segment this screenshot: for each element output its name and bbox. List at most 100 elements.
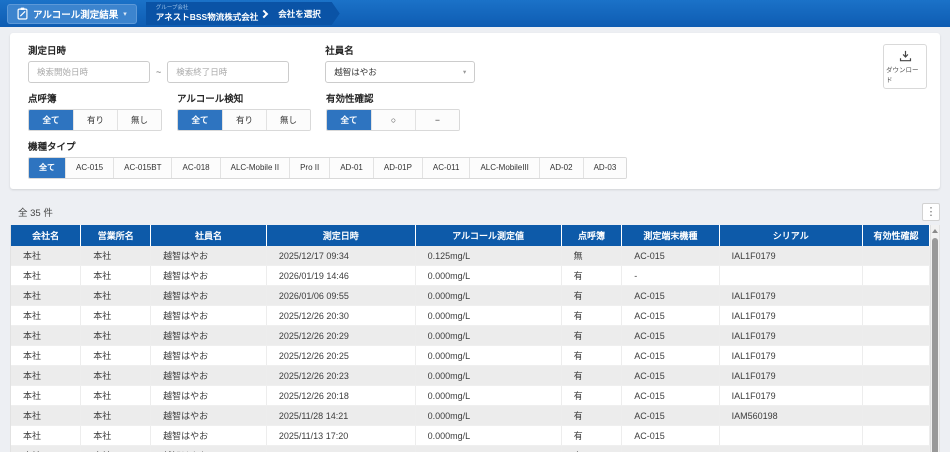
alcohol-detect-option[interactable]: 無し [266, 110, 310, 130]
table-cell [719, 426, 862, 446]
table-cell: 0.000mg/L [415, 286, 561, 306]
table-cell: 0.000mg/L [415, 386, 561, 406]
model-type-option[interactable]: AC-018 [171, 158, 219, 178]
table-cell: IAL1F0179 [719, 366, 862, 386]
validity-segmented-control: 全て○− [326, 109, 460, 131]
table-cell: 本社 [11, 386, 81, 406]
table-cell: 本社 [11, 326, 81, 346]
table-header-row: 会社名営業所名社員名測定日時アルコール測定値点呼簿測定端末機種シリアル有効性確認 [11, 225, 930, 246]
model-type-option[interactable]: Pro II [289, 158, 329, 178]
table-row[interactable]: 本社本社越智はやお2026/01/06 09:550.000mg/L有AC-01… [11, 286, 930, 306]
validity-option[interactable]: ○ [371, 110, 415, 130]
table-cell: 本社 [81, 246, 151, 266]
validity-option[interactable]: − [415, 110, 459, 130]
table-row[interactable]: 本社本社越智はやお2026/01/19 14:460.000mg/L有- [11, 266, 930, 286]
model-type-option[interactable]: AD-02 [539, 158, 583, 178]
validity-field: 有効性確認 全て○− [326, 91, 460, 131]
table-cell [862, 366, 929, 386]
table-cell: 本社 [11, 246, 81, 266]
table-row[interactable]: 本社本社越智はやお2025/11/28 14:210.000mg/L有AC-01… [11, 406, 930, 426]
table-cell: 本社 [81, 386, 151, 406]
breadcrumb-select-company[interactable]: 会社を選択 [264, 2, 340, 25]
table-menu-button[interactable]: ⋮ [922, 203, 940, 221]
column-header: シリアル [719, 225, 862, 246]
table-cell [862, 286, 929, 306]
breadcrumb: グループ会社 アネストBSS物流株式会社 会社を選択 [146, 2, 340, 25]
model-type-option[interactable]: ALC-Mobile II [220, 158, 289, 178]
vertical-scrollbar[interactable] [930, 225, 939, 452]
model-type-option[interactable]: 全て [29, 158, 65, 178]
table-row[interactable]: 本社本社越智はやお2025/12/26 20:250.000mg/L有AC-01… [11, 346, 930, 366]
page-title: アルコール測定結果 [33, 7, 118, 21]
table-cell: 本社 [11, 426, 81, 446]
column-header: 点呼簿 [561, 225, 622, 246]
page-title-menu-button[interactable]: アルコール測定結果 ▾ [7, 4, 137, 24]
table-cell: 有 [561, 286, 622, 306]
table-row[interactable]: 本社本社越智はやお2025/12/17 09:340.125mg/L無AC-01… [11, 246, 930, 266]
table-cell: 0.000mg/L [415, 326, 561, 346]
table-cell: 0.000mg/L [415, 346, 561, 366]
model-type-option[interactable]: AD-01P [373, 158, 422, 178]
search-end-datetime-input[interactable] [167, 61, 289, 83]
table-row[interactable]: 本社本社越智はやお2025/12/26 20:290.000mg/L有AC-01… [11, 326, 930, 346]
chevron-down-icon: ▾ [463, 68, 466, 76]
table-cell: 越智はやお [151, 446, 267, 452]
rollcall-option[interactable]: 有り [73, 110, 117, 130]
download-button[interactable]: ダウンロード [883, 44, 927, 89]
download-icon [899, 50, 912, 62]
employee-select-value: 越智はやお [334, 66, 377, 78]
table-cell: 2025/12/26 20:23 [266, 366, 415, 386]
table-cell: AC-015 [622, 286, 719, 306]
model-type-option[interactable]: AC-015 [65, 158, 113, 178]
table-cell: 本社 [81, 366, 151, 386]
table-cell: 有 [561, 326, 622, 346]
table-cell: 無 [561, 246, 622, 266]
validity-option[interactable]: 全て [327, 110, 371, 130]
table-cell: AC-015 [622, 446, 719, 452]
alcohol-detect-option[interactable]: 全て [178, 110, 222, 130]
model-type-option[interactable]: AC-011 [422, 158, 470, 178]
table-cell: 2025/11/28 14:21 [266, 406, 415, 426]
table-cell: 2025/11/13 17:20 [266, 426, 415, 446]
model-type-option[interactable]: AD-01 [329, 158, 373, 178]
column-header: 測定日時 [266, 225, 415, 246]
scroll-up-icon[interactable] [932, 229, 938, 233]
table-cell: 2025/12/26 20:29 [266, 326, 415, 346]
model-type-option[interactable]: ALC-MobileIII [469, 158, 538, 178]
table-row[interactable]: 本社本社越智はやお2025/11/13 17:200.000mg/L有AC-01… [11, 446, 930, 452]
table-cell: 2025/12/26 20:18 [266, 386, 415, 406]
search-start-datetime-input[interactable] [28, 61, 150, 83]
column-header: 会社名 [11, 225, 81, 246]
rollcall-option[interactable]: 全て [29, 110, 73, 130]
table-cell: 本社 [81, 346, 151, 366]
table-cell: 本社 [11, 446, 81, 452]
table-cell: 有 [561, 346, 622, 366]
breadcrumb-group-company[interactable]: グループ会社 アネストBSS物流株式会社 [146, 2, 275, 25]
table-cell [862, 246, 929, 266]
table-cell: AC-015 [622, 246, 719, 266]
table-cell: 有 [561, 386, 622, 406]
employee-select[interactable]: 越智はやお ▾ [325, 61, 475, 83]
table-row[interactable]: 本社本社越智はやお2025/11/13 17:200.000mg/L有AC-01… [11, 426, 930, 446]
alcohol-detect-option[interactable]: 有り [222, 110, 266, 130]
table-cell: AC-015 [622, 386, 719, 406]
table-row[interactable]: 本社本社越智はやお2025/12/26 20:230.000mg/L有AC-01… [11, 366, 930, 386]
table-cell: 2025/12/17 09:34 [266, 246, 415, 266]
rollcall-option[interactable]: 無し [117, 110, 161, 130]
model-type-option[interactable]: AC-015BT [113, 158, 171, 178]
model-type-option[interactable]: AD-03 [583, 158, 627, 178]
table-row[interactable]: 本社本社越智はやお2025/12/26 20:180.000mg/L有AC-01… [11, 386, 930, 406]
table-cell: 本社 [11, 366, 81, 386]
table-row[interactable]: 本社本社越智はやお2025/12/26 20:300.000mg/L有AC-01… [11, 306, 930, 326]
group-company-name: アネストBSS物流株式会社 [156, 12, 258, 22]
table-cell [862, 266, 929, 286]
scrollbar-thumb[interactable] [932, 238, 938, 452]
top-bar: アルコール測定結果 ▾ グループ会社 アネストBSS物流株式会社 会社を選択 [0, 0, 950, 27]
table-cell: AC-015 [622, 366, 719, 386]
tilde-separator: ~ [156, 67, 161, 77]
table-cell: 0.125mg/L [415, 246, 561, 266]
table-cell: IAL1F0179 [719, 306, 862, 326]
table-cell: 本社 [11, 266, 81, 286]
table-cell: 越智はやお [151, 246, 267, 266]
alcohol-detect-field: アルコール検知 全て有り無し [177, 91, 311, 131]
